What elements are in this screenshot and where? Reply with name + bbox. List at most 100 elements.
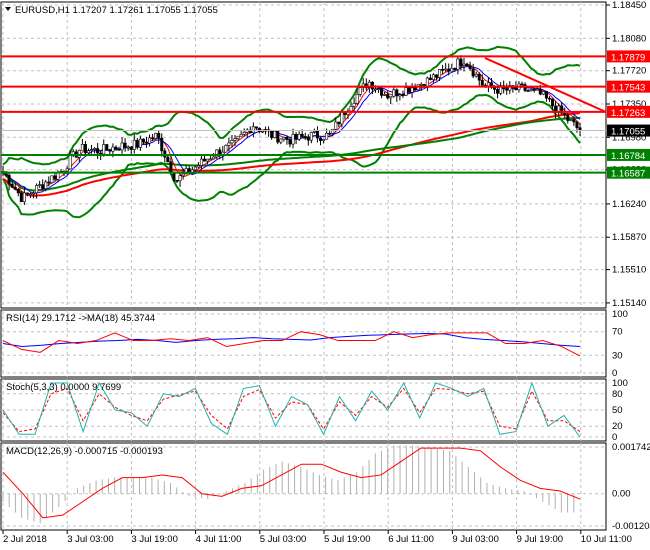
symbol-header: EURUSD,H1 1.17207 1.17261 1.17055 1.1705… bbox=[15, 5, 218, 16]
candle bbox=[50, 175, 54, 184]
candle bbox=[260, 130, 264, 133]
candle bbox=[325, 132, 329, 140]
y-tick-label: 0.00 bbox=[612, 489, 631, 500]
candle bbox=[532, 89, 536, 91]
candle bbox=[514, 87, 518, 91]
candle bbox=[529, 89, 533, 91]
candle bbox=[154, 132, 158, 139]
candle bbox=[169, 161, 173, 174]
candle bbox=[358, 87, 362, 95]
candle bbox=[441, 69, 445, 71]
candle bbox=[96, 148, 100, 154]
candle bbox=[294, 134, 298, 140]
candle bbox=[453, 68, 457, 70]
candle bbox=[135, 139, 139, 148]
indicator-label: MACD(12,26,9) -0.000715 -0.000193 bbox=[6, 446, 163, 457]
candle bbox=[47, 181, 51, 184]
chart-canvas[interactable]: 2 Jul 2018 3 Jul 03:00 3 Jul 19:00 4 Jul 11… bbox=[0, 0, 650, 550]
candle bbox=[285, 136, 289, 140]
candle bbox=[435, 74, 439, 78]
candle bbox=[486, 82, 490, 87]
candle bbox=[386, 94, 390, 99]
candle bbox=[309, 132, 313, 141]
candle bbox=[254, 126, 258, 129]
candle bbox=[10, 183, 14, 188]
x-tick-label: 5 Jul 03:00 bbox=[260, 534, 306, 545]
candle bbox=[431, 74, 435, 80]
candle bbox=[99, 152, 103, 155]
chart-window[interactable]: 2 Jul 2018 3 Jul 03:00 3 Jul 19:00 4 Jul 11… bbox=[0, 0, 650, 550]
candle bbox=[199, 158, 203, 166]
x-tick-label: 4 Jul 11:00 bbox=[196, 534, 242, 545]
candle bbox=[212, 156, 216, 160]
candle bbox=[398, 94, 402, 97]
candle bbox=[410, 87, 414, 93]
candle bbox=[544, 91, 548, 99]
candle bbox=[206, 158, 210, 162]
candle bbox=[202, 158, 206, 162]
candle bbox=[355, 94, 359, 104]
candle bbox=[172, 172, 176, 181]
candle bbox=[334, 121, 338, 130]
candle bbox=[276, 130, 280, 143]
candle bbox=[19, 192, 23, 203]
candle bbox=[13, 186, 17, 190]
candle bbox=[462, 63, 466, 67]
candle bbox=[373, 88, 377, 91]
y-tick-label: 1.17720 bbox=[612, 66, 646, 77]
candle bbox=[538, 88, 542, 95]
candle bbox=[407, 87, 411, 93]
level-label: 1.16784 bbox=[611, 151, 645, 162]
y-tick-label: 1.15510 bbox=[612, 265, 646, 276]
candle bbox=[297, 133, 301, 140]
candle bbox=[242, 131, 246, 135]
candle bbox=[160, 137, 164, 152]
candle bbox=[541, 91, 545, 95]
candle bbox=[389, 95, 393, 99]
candle bbox=[480, 79, 484, 86]
candle bbox=[236, 135, 240, 139]
candle bbox=[300, 133, 304, 137]
candle bbox=[572, 119, 576, 123]
y-tick-label: 1.15870 bbox=[612, 232, 646, 243]
candle bbox=[102, 144, 106, 155]
candle bbox=[144, 141, 148, 144]
candle bbox=[68, 155, 72, 170]
candle bbox=[493, 87, 497, 90]
y-tick-label: 1.18450 bbox=[612, 0, 646, 11]
candle bbox=[141, 138, 145, 143]
indicator-label: Stoch(5,3,3) 0.0000 9.7699 bbox=[6, 382, 121, 393]
candle bbox=[526, 90, 530, 92]
candle bbox=[337, 121, 341, 125]
candle bbox=[312, 130, 316, 133]
candle bbox=[16, 188, 20, 194]
candle bbox=[315, 130, 319, 139]
candle bbox=[86, 150, 90, 154]
candle bbox=[438, 69, 442, 78]
candle bbox=[157, 132, 161, 139]
candle bbox=[566, 114, 570, 121]
candle bbox=[56, 172, 60, 180]
candle bbox=[227, 142, 231, 146]
y-tick-label: 70 bbox=[612, 327, 623, 338]
candle bbox=[132, 139, 136, 150]
y-tick-label: 100 bbox=[612, 378, 628, 389]
candle bbox=[7, 174, 11, 185]
candle bbox=[288, 139, 292, 145]
candle bbox=[123, 142, 127, 148]
candle bbox=[193, 166, 197, 171]
indicator-label: RSI(14) 29.1712 ->MA(18) 45.3744 bbox=[6, 313, 155, 324]
candle bbox=[496, 89, 500, 94]
candle bbox=[129, 146, 133, 150]
candle bbox=[105, 144, 109, 150]
y-tick-label: 1.18080 bbox=[612, 33, 646, 44]
candle bbox=[22, 192, 26, 203]
candle bbox=[380, 88, 384, 96]
level-label: 1.16587 bbox=[611, 169, 645, 180]
candle bbox=[392, 89, 396, 97]
candle bbox=[303, 136, 307, 138]
candle bbox=[233, 138, 237, 141]
candle bbox=[428, 77, 432, 80]
candle bbox=[505, 88, 509, 91]
y-tick-label: 20 bbox=[612, 421, 623, 432]
